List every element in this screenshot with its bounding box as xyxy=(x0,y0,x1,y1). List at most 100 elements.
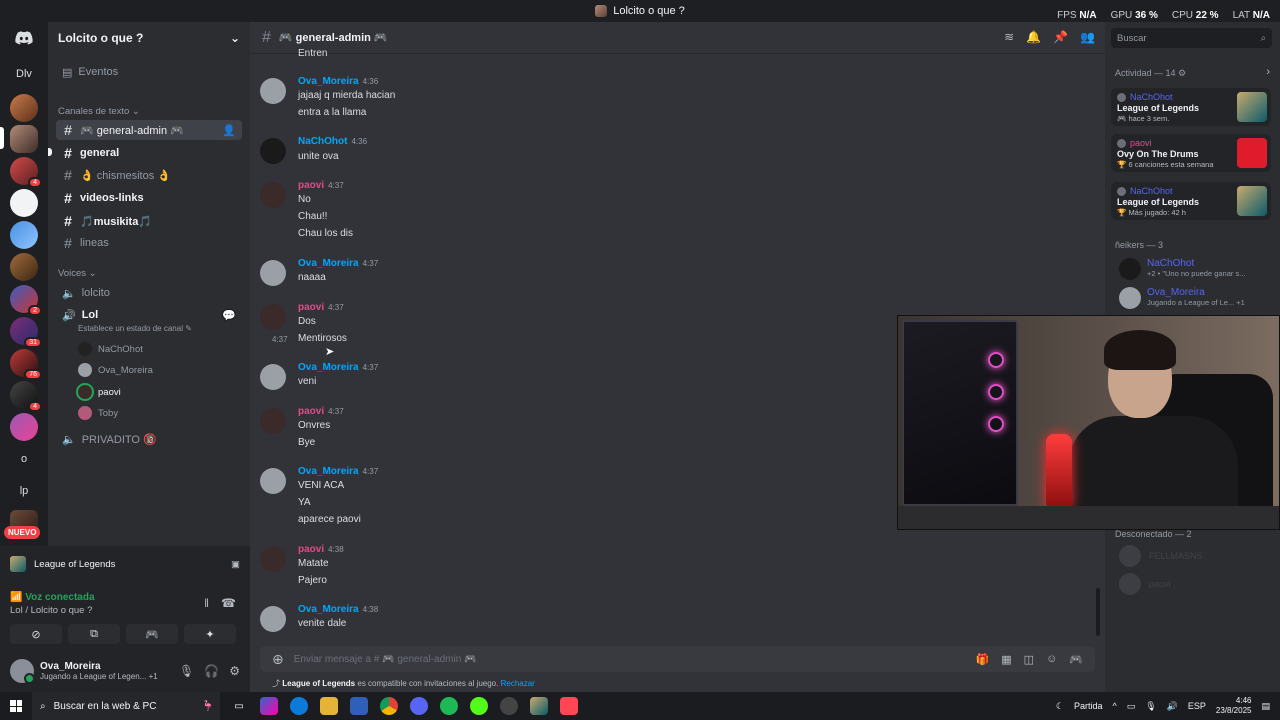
edge-icon[interactable] xyxy=(290,697,308,715)
activity-row[interactable]: League of Legends ▣ xyxy=(10,556,240,572)
headphones-icon[interactable]: 🎧 xyxy=(204,664,219,678)
avatar[interactable] xyxy=(260,138,286,164)
avatar[interactable] xyxy=(1119,573,1141,595)
chevron-right-icon[interactable]: › xyxy=(1266,66,1270,78)
text-channels-category[interactable]: Canales de texto ⌄ xyxy=(58,106,140,117)
start-button[interactable] xyxy=(0,692,32,720)
server-item[interactable]: 31 xyxy=(10,317,42,348)
channel-general-admin[interactable]: # 🎮 general-admin 🎮 👤 xyxy=(56,120,242,140)
kick-icon[interactable] xyxy=(470,697,488,715)
voice-channel-lol[interactable]: 🔊 Lol 💬 xyxy=(56,305,242,325)
message-input[interactable] xyxy=(293,653,966,665)
channel-videos-links[interactable]: # videos-links xyxy=(56,188,242,208)
message-author[interactable]: Ova_Moreira xyxy=(298,466,359,477)
riot-icon[interactable] xyxy=(560,697,578,715)
channel-general[interactable]: # general xyxy=(56,143,242,163)
voice-category[interactable]: Voices ⌄ xyxy=(58,268,97,279)
channel-lineas[interactable]: # lineas xyxy=(56,233,242,253)
avatar[interactable] xyxy=(260,408,286,434)
microphone-icon[interactable]: 🎙 xyxy=(179,664,194,678)
pin-icon[interactable]: 📌 xyxy=(1053,30,1068,44)
weather-label[interactable]: Partida xyxy=(1074,701,1103,711)
channel-musikita[interactable]: # 🎵musikita🎵 xyxy=(56,211,242,231)
gif-icon[interactable]: ▦ xyxy=(1001,653,1011,666)
spotify-icon[interactable] xyxy=(440,697,458,715)
voice-channel-privadito[interactable]: 🔈 PRIVADITO 🔞 xyxy=(56,429,242,449)
message-author[interactable]: Ova_Moreira xyxy=(298,362,359,373)
message-author[interactable]: NaChOhot xyxy=(298,136,347,147)
avatar[interactable] xyxy=(260,304,286,330)
server-item[interactable] xyxy=(10,189,38,217)
microphone-icon[interactable]: 🎙 xyxy=(1145,701,1156,712)
avatar[interactable] xyxy=(10,659,35,684)
chevron-up-icon[interactable]: ^ xyxy=(1112,701,1116,711)
copilot-icon[interactable] xyxy=(260,697,278,715)
taskbar-search[interactable]: ⌕ Buscar en la web & PC 🦩 xyxy=(32,692,220,720)
chrome-icon[interactable] xyxy=(380,697,398,715)
activities-button[interactable]: 🎮 xyxy=(126,624,178,644)
server-item-lp[interactable]: lp xyxy=(10,477,38,505)
threads-icon[interactable]: ≋ xyxy=(1004,30,1014,44)
server-item[interactable] xyxy=(10,253,38,281)
discord-home-icon[interactable] xyxy=(10,24,38,52)
server-item[interactable] xyxy=(10,221,38,249)
add-attachment-icon[interactable]: ⊕ xyxy=(272,651,284,668)
voice-channel-lolcito[interactable]: 🔈 lolcito xyxy=(56,283,242,303)
noise-suppression-icon[interactable]: ‖ xyxy=(204,596,209,610)
store-icon[interactable] xyxy=(350,697,368,715)
activity-card[interactable]: NaChOhot League of Legends 🏆 Más jugado:… xyxy=(1111,182,1271,220)
message-author[interactable]: paovi xyxy=(298,180,324,191)
screen-share-icon[interactable]: ▣ xyxy=(231,559,240,570)
server-item[interactable]: 76 xyxy=(10,349,42,380)
sticker-icon[interactable]: ◫ xyxy=(1024,653,1034,666)
avatar[interactable] xyxy=(260,260,286,286)
server-item[interactable]: 2 xyxy=(10,285,42,316)
voice-user[interactable]: Toby xyxy=(78,404,118,422)
events-item[interactable]: ▤ Eventos xyxy=(56,62,242,82)
message-author[interactable]: paovi xyxy=(298,302,324,313)
message-author[interactable]: paovi xyxy=(298,406,324,417)
add-member-icon[interactable]: 👤 xyxy=(222,124,242,137)
camera-off-button[interactable]: ⊘ xyxy=(10,624,62,644)
bell-icon[interactable]: 🔔 xyxy=(1026,30,1041,44)
task-view-icon[interactable]: ▭ xyxy=(230,697,248,715)
soundboard-button[interactable]: ✦ xyxy=(184,624,236,644)
channel-status-hint[interactable]: Establece un estado de canal ✎ xyxy=(78,324,192,333)
message-author[interactable]: Ova_Moreira xyxy=(298,604,359,615)
gear-icon[interactable]: ⚙ xyxy=(229,664,240,678)
activity-card[interactable]: NaChOhot League of Legends 🎮 hace 3 sem. xyxy=(1111,88,1271,126)
avatar[interactable] xyxy=(260,546,286,572)
avatar[interactable] xyxy=(260,468,286,494)
voice-user-speaking[interactable]: paovi xyxy=(78,383,121,401)
message-author[interactable]: Ova_Moreira xyxy=(298,258,359,269)
search-input[interactable]: Buscar ⌕ xyxy=(1111,28,1272,48)
server-item[interactable] xyxy=(10,413,38,441)
notification-icon[interactable]: ▤ xyxy=(1261,701,1270,712)
avatar[interactable] xyxy=(260,78,286,104)
obs-icon[interactable] xyxy=(500,697,518,715)
gift-icon[interactable]: 🎁 xyxy=(976,653,990,666)
channel-chismesitos[interactable]: # 👌 chismesitos 👌 xyxy=(56,165,242,185)
voice-channel-path[interactable]: Lol / Lolcito o que ? xyxy=(10,605,92,616)
disconnect-icon[interactable]: ☎ xyxy=(221,596,236,610)
offline-member-name[interactable]: paovi xyxy=(1149,579,1171,589)
message-author[interactable]: paovi xyxy=(298,544,324,555)
activity-card[interactable]: paovi Ovy On The Drums 🏆 6 canciones est… xyxy=(1111,134,1271,172)
dismiss-link[interactable]: Rechazar xyxy=(501,679,535,688)
server-dlv[interactable]: Dlv xyxy=(10,60,38,88)
emoji-icon[interactable]: ☺ xyxy=(1046,653,1057,666)
avatar[interactable] xyxy=(1119,545,1141,567)
members-icon[interactable]: 👥 xyxy=(1080,30,1095,44)
avatar[interactable] xyxy=(260,364,286,390)
folder-icon[interactable] xyxy=(320,697,338,715)
offline-member-name[interactable]: FELLMASNS xyxy=(1149,551,1203,561)
member-item[interactable]: NaChOhot +2 • "Uno no puede ganar s... xyxy=(1119,258,1245,280)
voice-user[interactable]: NaChOhot xyxy=(78,340,143,358)
chat-bubble-icon[interactable]: 💬 xyxy=(222,309,242,322)
volume-icon[interactable]: 🔊 xyxy=(1167,701,1178,712)
league-client-icon[interactable] xyxy=(530,697,548,715)
guild-header[interactable]: Lolcito o que ? ⌄ xyxy=(48,22,250,54)
server-item-active[interactable] xyxy=(10,125,38,153)
message-author[interactable]: Ova_Moreira xyxy=(298,76,359,87)
server-item[interactable]: 4 xyxy=(10,381,42,412)
